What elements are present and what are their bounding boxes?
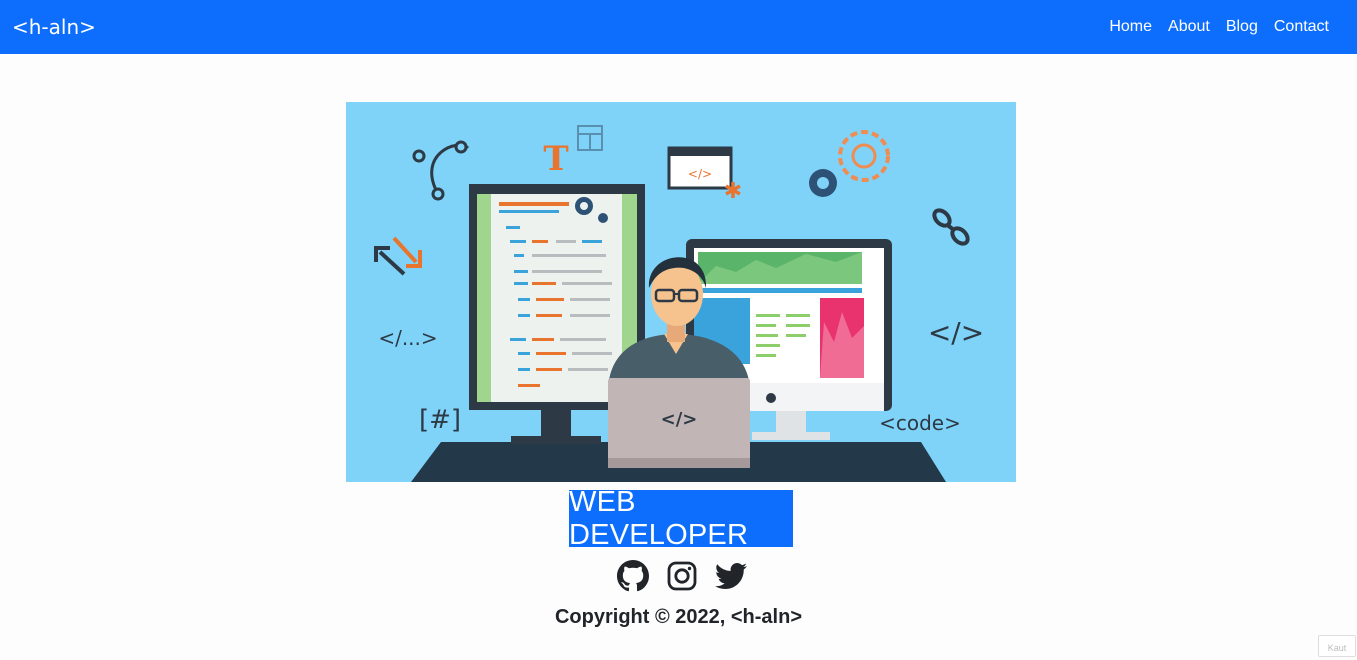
tag-ellipsis-text: </...> bbox=[378, 326, 437, 350]
twitter-icon bbox=[715, 563, 747, 589]
browser-code-text: </> bbox=[688, 167, 712, 181]
brand-logo[interactable]: <h-aln> bbox=[12, 15, 96, 39]
nav-link-about[interactable]: About bbox=[1168, 18, 1210, 36]
tag-code-text: </> bbox=[928, 316, 984, 349]
hero-illustration: </> </> ✱ T </...> </> [#] <code> bbox=[346, 102, 1016, 482]
github-icon bbox=[617, 560, 649, 592]
laptop-code-text: </> bbox=[661, 409, 698, 430]
code-tag-text: <code> bbox=[879, 411, 961, 435]
nav-link-home[interactable]: Home bbox=[1109, 18, 1152, 36]
asterisk-icon: ✱ bbox=[724, 179, 742, 204]
navbar: <h-aln> Home About Blog Contact bbox=[0, 0, 1357, 54]
nav-links: Home About Blog Contact bbox=[1109, 18, 1329, 36]
page-title: WEB DEVELOPER bbox=[569, 486, 793, 551]
github-link[interactable] bbox=[617, 560, 649, 592]
typography-icon: T bbox=[543, 139, 568, 179]
nav-link-contact[interactable]: Contact bbox=[1274, 18, 1329, 36]
corner-widget[interactable]: Kaut bbox=[1318, 635, 1356, 657]
instagram-link[interactable] bbox=[666, 560, 698, 592]
twitter-link[interactable] bbox=[715, 560, 747, 592]
social-links bbox=[617, 560, 747, 592]
copyright-text: Copyright © 2022, <h-aln> bbox=[554, 606, 803, 628]
instagram-icon bbox=[667, 561, 697, 591]
web-developer-illustration: </> </> ✱ T </...> </> [#] <code> bbox=[346, 102, 1016, 482]
nav-link-blog[interactable]: Blog bbox=[1226, 18, 1258, 36]
hash-text: [#] bbox=[419, 405, 461, 435]
